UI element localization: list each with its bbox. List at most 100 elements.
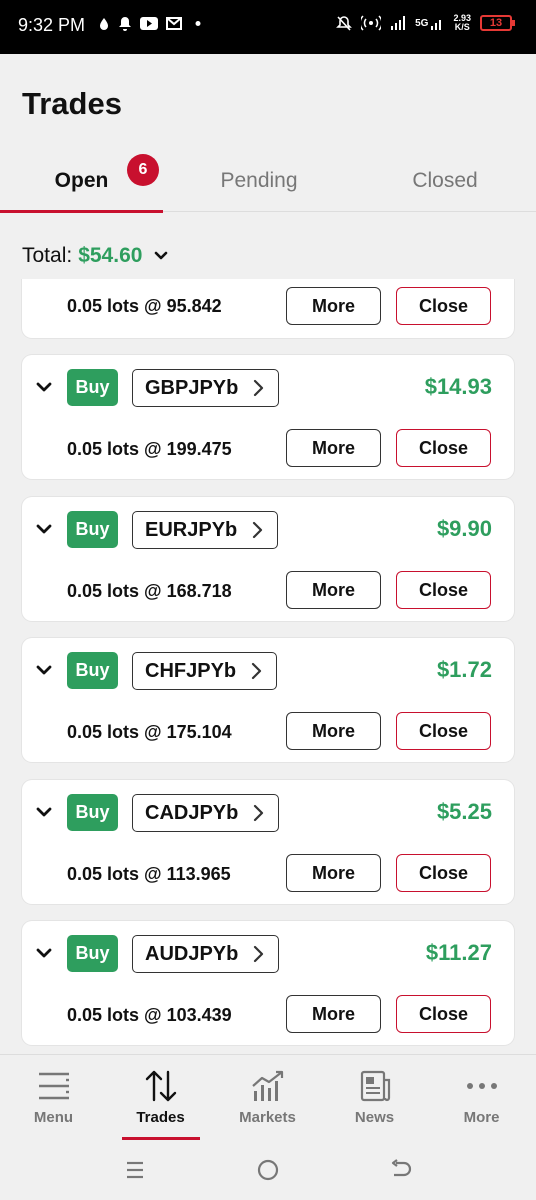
trade-card: 0.05 lots @ 95.842 More Close [22,279,514,338]
tab-open[interactable]: Open 6 [0,150,163,213]
more-button[interactable]: More [286,571,381,609]
trade-card: Buy AUDJPYb $11.27 0.05 lots @ 103.439 M… [22,921,514,1045]
buy-badge: Buy [67,369,118,406]
buy-badge: Buy [67,935,118,972]
youtube-notification-icon [140,17,158,30]
nav-markets[interactable]: Markets [214,1055,321,1141]
nav-more-label: More [463,1109,500,1126]
chevron-right-icon [254,804,264,822]
nav-more[interactable]: More [428,1055,535,1141]
page-title: Trades [22,86,122,121]
symbol-name: EURJPYb [145,518,238,541]
nav-menu[interactable]: Menu [0,1055,107,1141]
total-summary[interactable]: Total: $54.60 [22,244,168,268]
nav-trades[interactable]: Trades [107,1055,214,1141]
network-5g-indicator: 5G [415,15,444,31]
chevron-right-icon [254,379,264,397]
more-button[interactable]: More [286,429,381,467]
tab-closed-label: Closed [412,169,478,192]
tab-active-indicator [0,210,163,213]
more-button[interactable]: More [286,287,381,325]
bottom-nav: Menu Trades Markets News More [0,1054,536,1140]
trade-pnl: $14.93 [424,374,492,399]
symbol-name: AUDJPYb [145,942,239,965]
system-nav-bar [0,1140,536,1200]
symbol-name: GBPJPYb [145,376,239,399]
home-icon[interactable] [255,1157,281,1183]
drop-notification-icon [100,17,108,30]
notification-icons [98,16,206,31]
trade-lots: 0.05 lots @ 175.104 [67,722,232,742]
nav-markets-label: Markets [239,1109,296,1126]
recent-apps-icon[interactable] [122,1157,148,1183]
close-trade-button[interactable]: Close [396,854,491,892]
buy-badge: Buy [67,794,118,831]
more-button[interactable]: More [286,712,381,750]
symbol-chip[interactable]: CHFJPYb [132,652,278,690]
battery-level: 13 [489,17,503,29]
close-trade-button[interactable]: Close [396,429,491,467]
close-trade-button[interactable]: Close [396,287,491,325]
symbol-chip[interactable]: GBPJPYb [132,369,280,407]
nav-trades-label: Trades [136,1109,185,1126]
trade-card: Buy CHFJPYb $1.72 0.05 lots @ 175.104 Mo… [22,638,514,762]
status-time: 9:32 PM [18,15,86,35]
bell-notification-icon [119,17,131,31]
trade-lots: 0.05 lots @ 103.439 [67,1005,232,1025]
trades-list[interactable]: 0.05 lots @ 95.842 More Close Buy GBPJPY… [0,279,536,1054]
more-button[interactable]: More [286,995,381,1033]
news-icon [360,1070,390,1102]
tab-pending[interactable]: Pending [178,150,340,212]
close-trade-button[interactable]: Close [396,995,491,1033]
chevron-down-icon[interactable] [36,662,52,678]
nav-news[interactable]: News [321,1055,428,1141]
trade-pnl: $9.90 [436,516,492,541]
trade-card: Buy CADJPYb $5.25 0.05 lots @ 113.965 Mo… [22,780,514,904]
tab-pending-label: Pending [220,169,298,192]
status-bar: 9:32 PM 5G 2.93 K/S 13 [0,0,536,54]
signal-icon-2 [431,20,442,30]
dot-notification-icon [195,21,201,26]
more-button[interactable]: More [286,854,381,892]
trade-pnl: $1.72 [436,657,492,682]
symbol-chip[interactable]: CADJPYb [132,794,280,832]
battery-icon: 13 [480,15,515,31]
trade-card: Buy EURJPYb $9.90 0.05 lots @ 168.718 Mo… [22,497,514,621]
total-label: Total: [22,244,73,267]
symbol-name: CHFJPYb [145,659,237,682]
chevron-down-icon[interactable] [36,379,52,395]
trade-pnl: $11.27 [425,940,492,965]
buy-badge: Buy [67,652,118,689]
chevron-down-icon[interactable] [36,945,52,961]
close-trade-button[interactable]: Close [396,712,491,750]
chevron-down-icon[interactable] [154,249,168,263]
system-status-icons: 5G 2.93 K/S 13 [336,14,515,32]
chevron-right-icon [252,662,262,680]
hotspot-icon [361,15,382,31]
tab-open-label: Open [54,169,109,192]
signal-icon [391,16,406,30]
chevron-right-icon [254,945,264,963]
tab-closed[interactable]: Closed [354,150,536,212]
total-value: $54.60 [78,244,143,267]
close-trade-button[interactable]: Close [396,571,491,609]
markets-icon [251,1070,283,1101]
chevron-down-icon[interactable] [36,804,52,820]
symbol-chip[interactable]: EURJPYb [132,511,279,549]
symbol-name: CADJPYb [145,801,239,824]
back-icon[interactable] [388,1157,414,1183]
chevron-right-icon [253,521,263,539]
trade-lots: 0.05 lots @ 113.965 [67,864,231,884]
chevron-down-icon[interactable] [36,521,52,537]
buy-badge: Buy [67,511,118,548]
open-count-badge: 6 [127,154,159,186]
nav-menu-label: Menu [33,1109,74,1126]
menu-icon [38,1072,69,1100]
symbol-chip[interactable]: AUDJPYb [132,935,280,973]
trade-pnl: $5.25 [436,799,492,824]
nav-news-label: News [354,1109,395,1126]
trade-lots: 0.05 lots @ 199.475 [67,439,232,459]
trade-tabs: Open 6 Pending Closed [0,150,536,213]
network-type: 5G [415,17,429,29]
net-speed-unit: K/S [454,22,470,32]
